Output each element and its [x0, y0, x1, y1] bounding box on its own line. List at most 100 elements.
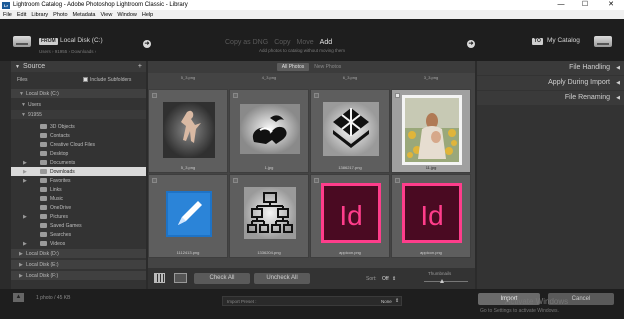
- folder-row[interactable]: 3D Objects: [11, 122, 146, 131]
- source-panel-header[interactable]: ▼ Source +: [11, 61, 146, 72]
- drive-e-label: Local Disk (E:): [26, 261, 59, 268]
- users-label: Users: [28, 101, 42, 108]
- mode-move[interactable]: Move: [297, 39, 314, 46]
- mode-add[interactable]: Add: [320, 39, 332, 46]
- thumbnail-cell[interactable]: Id appicon.png: [391, 174, 471, 258]
- file-handling-header[interactable]: File Handling: [477, 61, 624, 75]
- pencil-app-thumbnail: [166, 191, 212, 237]
- drive-f-label: Local Disk (F:): [26, 272, 59, 279]
- tab-all-photos[interactable]: All Photos: [276, 63, 310, 71]
- destination-name[interactable]: My Catalog: [547, 37, 580, 44]
- minimize-button[interactable]: —: [552, 0, 570, 10]
- thumbnail-cell[interactable]: Id appicon.png: [310, 174, 390, 258]
- thumbnail-cell[interactable]: 1112413.png: [148, 174, 228, 258]
- thumbnail-cell-selected[interactable]: 11.jpg: [391, 89, 471, 173]
- menu-view[interactable]: View: [100, 12, 112, 18]
- folder-row[interactable]: Searches: [11, 230, 146, 239]
- folder-row[interactable]: Saved Games: [11, 221, 146, 230]
- apply-during-import-header[interactable]: Apply During Import: [477, 76, 624, 90]
- drive-d-row[interactable]: ▶ Local Disk (D:): [11, 249, 146, 258]
- to-badge: TO: [532, 38, 543, 45]
- folder-row[interactable]: ▶ Videos: [11, 239, 146, 248]
- menu-file[interactable]: File: [3, 12, 12, 18]
- sort-value[interactable]: Off: [382, 276, 389, 282]
- folder-row[interactable]: Contacts: [11, 131, 146, 140]
- collapse-up-icon[interactable]: ▲: [13, 293, 24, 302]
- source-name[interactable]: Local Disk (C:): [60, 37, 103, 44]
- include-checkbox[interactable]: [152, 178, 157, 183]
- folder-icon: [40, 196, 47, 201]
- thumbnail-size-slider[interactable]: [424, 281, 468, 282]
- folder-row[interactable]: ▶ Pictures: [11, 212, 146, 221]
- folder-icon: [40, 214, 47, 219]
- users-row[interactable]: ▼ Users: [11, 100, 146, 109]
- expand-triangle-icon[interactable]: ▶: [23, 178, 30, 184]
- title-bar: Lr Lightroom Catalog - Adobe Photoshop L…: [0, 0, 624, 10]
- top-label: 3_3.png: [423, 75, 439, 80]
- thumbnail-cell[interactable]: 1.jpg: [229, 89, 309, 173]
- folder-row[interactable]: Links: [11, 185, 146, 194]
- folder-row[interactable]: ▶ Favorites: [11, 176, 146, 185]
- expand-triangle-icon[interactable]: ▶: [23, 169, 30, 175]
- folder-label: Downloads: [50, 168, 75, 175]
- folder-row[interactable]: Creative Cloud Files: [11, 140, 146, 149]
- thumbnail-cell[interactable]: 1336204.png: [229, 174, 309, 258]
- folder-icon: [40, 232, 47, 237]
- file-name: 11.jpg: [425, 165, 437, 170]
- mode-copy-dng[interactable]: Copy as DNG: [225, 39, 268, 46]
- drive-c-label: Local Disk (C:): [26, 90, 59, 97]
- folder-label: 3D Objects: [50, 123, 75, 130]
- add-source-icon[interactable]: +: [138, 63, 142, 70]
- folder-row[interactable]: ▶ Documents: [11, 158, 146, 167]
- drive-f-row[interactable]: ▶ Local Disk (F:): [11, 271, 146, 280]
- thumbnail-cell[interactable]: 5_3.png: [148, 89, 228, 173]
- folder-icon: [40, 133, 47, 138]
- include-checkbox[interactable]: [233, 178, 238, 183]
- menu-edit[interactable]: Edit: [17, 12, 26, 18]
- include-checkbox-checked[interactable]: [395, 93, 400, 98]
- file-renaming-header[interactable]: File Renaming: [477, 91, 624, 105]
- top-label: 6_3.png: [342, 75, 358, 80]
- slider-handle[interactable]: [440, 279, 444, 283]
- grid-view-icon[interactable]: [154, 273, 165, 283]
- activate-windows-title: Activate Windows: [505, 297, 569, 306]
- include-checkbox[interactable]: [152, 93, 157, 98]
- folder-icon: [40, 151, 47, 156]
- maximize-button[interactable]: ☐: [576, 0, 594, 10]
- folder-label: Favorites: [50, 177, 71, 184]
- close-button[interactable]: ✕: [602, 0, 620, 10]
- tab-new-photos[interactable]: New Photos: [309, 63, 346, 71]
- menu-library[interactable]: Library: [31, 12, 48, 18]
- import-preset-value: None: [381, 299, 392, 304]
- folder-icon: [40, 241, 47, 246]
- user-row[interactable]: ▼ 91955: [11, 110, 146, 119]
- include-checkbox[interactable]: [233, 93, 238, 98]
- folder-row[interactable]: Desktop: [11, 149, 146, 158]
- menu-window[interactable]: Window: [117, 12, 137, 18]
- menu-metadata[interactable]: Metadata: [73, 12, 96, 18]
- expand-triangle-icon[interactable]: ▶: [23, 160, 30, 166]
- expand-triangle-icon[interactable]: ▶: [23, 214, 30, 220]
- uncheck-all-button[interactable]: Uncheck All: [254, 273, 310, 284]
- mode-copy[interactable]: Copy: [274, 39, 290, 46]
- include-checkbox[interactable]: [395, 178, 400, 183]
- menu-photo[interactable]: Photo: [53, 12, 67, 18]
- check-all-button[interactable]: Check All: [194, 273, 250, 284]
- import-preset-bar[interactable]: Import Preset : None ⇕: [222, 296, 402, 306]
- thumbnail-cell[interactable]: 1386217.png: [310, 89, 390, 173]
- include-checkbox[interactable]: [314, 93, 319, 98]
- indesign-icon-thumbnail: Id: [402, 183, 462, 243]
- expand-triangle-icon[interactable]: ▶: [23, 241, 30, 247]
- source-panel: ▼ Source + Files Include Subfolders ▼ Loc…: [11, 61, 146, 289]
- sort-dropdown-icon[interactable]: ⇕: [392, 276, 396, 282]
- folder-row[interactable]: OneDrive: [11, 203, 146, 212]
- drive-c-row[interactable]: ▼ Local Disk (C:): [11, 89, 146, 98]
- loupe-view-icon[interactable]: [174, 273, 187, 283]
- include-subfolders-checkbox[interactable]: [83, 77, 88, 82]
- menu-help[interactable]: Help: [142, 12, 153, 18]
- folder-row[interactable]: Music: [11, 194, 146, 203]
- drive-e-row[interactable]: ▶ Local Disk (E:): [11, 260, 146, 269]
- arrow-right-icon: ➜: [143, 40, 151, 48]
- folder-row[interactable]: ▶ Downloads: [11, 167, 146, 176]
- include-checkbox[interactable]: [314, 178, 319, 183]
